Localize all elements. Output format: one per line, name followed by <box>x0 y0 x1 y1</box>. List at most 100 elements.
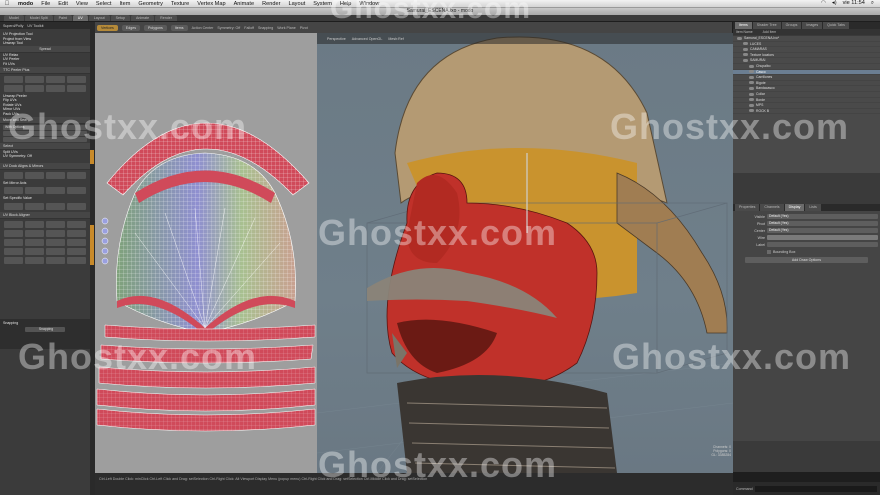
menu-help[interactable]: Help <box>336 1 356 7</box>
uv-viewport[interactable] <box>95 33 317 473</box>
menu-geometry[interactable]: Geometry <box>134 1 167 7</box>
menu-render[interactable]: Render <box>258 1 284 7</box>
visibility-icon[interactable] <box>743 58 748 62</box>
block-icon[interactable] <box>46 247 65 255</box>
visibility-icon[interactable] <box>749 81 754 85</box>
block-icon[interactable] <box>4 220 23 228</box>
section-select[interactable]: Select <box>0 142 90 150</box>
side-tab-marker[interactable] <box>90 225 94 265</box>
block-icon[interactable] <box>46 229 65 237</box>
visibility-icon[interactable] <box>749 109 754 113</box>
visibility-icon[interactable] <box>743 53 748 57</box>
align-icon[interactable] <box>4 171 23 179</box>
tab-setup[interactable]: Setup <box>110 15 130 21</box>
add-item-button[interactable]: Add Item <box>763 30 777 34</box>
pivot-dropdown[interactable]: Default (Yes) <box>767 221 878 226</box>
option-button[interactable] <box>3 136 87 142</box>
menu-file[interactable]: File <box>37 1 54 7</box>
polygons-button[interactable]: Polygons <box>144 24 167 31</box>
visibility-icon[interactable] <box>749 86 754 90</box>
section-ttc-peeler[interactable]: TTC Peeler Plus <box>0 66 90 74</box>
tool-icon[interactable] <box>67 84 86 92</box>
items-button[interactable]: Items <box>170 24 188 31</box>
tab-render[interactable]: Render <box>155 15 177 21</box>
view-shading[interactable]: Advanced OpenGL <box>352 37 383 41</box>
tab-properties[interactable]: Properties <box>735 204 760 211</box>
value-icon[interactable] <box>67 202 86 210</box>
center-dropdown[interactable]: Default (Yes) <box>767 228 878 233</box>
tab-uv-toolkit[interactable]: UV Toolkit <box>27 24 43 28</box>
tool-icon[interactable] <box>4 75 23 83</box>
block-icon[interactable] <box>4 256 23 264</box>
menu-select[interactable]: Select <box>92 1 116 7</box>
tab-items[interactable]: Items <box>735 22 752 29</box>
side-tab-marker[interactable] <box>90 150 94 164</box>
view-perspective[interactable]: Perspective <box>327 37 346 41</box>
block-icon[interactable] <box>4 229 23 237</box>
value-icon[interactable] <box>25 202 44 210</box>
visibility-icon[interactable] <box>749 64 754 68</box>
menu-vertex-map[interactable]: Vertex Map <box>193 1 229 7</box>
tab-groups[interactable]: Groups <box>781 22 802 29</box>
section-dock-aligns[interactable]: UV Dock Aligns & Mirrors <box>0 162 90 170</box>
3d-viewport[interactable] <box>317 33 733 473</box>
block-icon[interactable] <box>25 247 44 255</box>
tool-icon[interactable] <box>46 84 65 92</box>
tab-shader-tree[interactable]: Shader Tree <box>752 22 781 29</box>
tool-icon[interactable] <box>46 75 65 83</box>
menu-view[interactable]: View <box>72 1 92 7</box>
view-mesh[interactable]: Mesh:Ref <box>388 37 403 41</box>
wifi-icon[interactable]: ◠ <box>821 0 826 7</box>
tree-row[interactable]: ROCK B <box>733 109 880 115</box>
falloff-menu[interactable]: Falloff <box>244 26 254 30</box>
mirror-icon[interactable] <box>25 187 44 195</box>
tool-icon[interactable] <box>25 75 44 83</box>
block-icon[interactable] <box>25 229 44 237</box>
vertices-button[interactable]: Vertices <box>97 24 118 31</box>
tab-channels[interactable]: Channels <box>760 204 784 211</box>
visibility-icon[interactable] <box>737 36 742 40</box>
block-icon[interactable] <box>67 220 86 228</box>
align-icon[interactable] <box>46 171 65 179</box>
tool-uv-symmetry[interactable]: UV Symmetry: Off <box>0 154 90 159</box>
block-icon[interactable] <box>67 247 86 255</box>
tab-model[interactable]: Model <box>4 15 24 21</box>
apple-icon[interactable]:  <box>0 1 14 7</box>
block-icon[interactable] <box>46 256 65 264</box>
symmetry-menu[interactable]: Symmetry: Off <box>217 26 240 30</box>
mirror-icon[interactable] <box>4 187 23 195</box>
mirror-icon[interactable] <box>46 187 65 195</box>
block-icon[interactable] <box>4 247 23 255</box>
visibility-icon[interactable] <box>749 70 754 74</box>
clock[interactable]: vie 11:54 <box>843 0 865 7</box>
align-icon[interactable] <box>25 171 44 179</box>
block-icon[interactable] <box>67 256 86 264</box>
add-draw-options-button[interactable]: Add Draw Options <box>745 257 868 263</box>
volume-icon[interactable]: ◂) <box>832 0 837 7</box>
visibility-icon[interactable] <box>749 98 754 102</box>
snapping-toggle[interactable]: Snapping <box>258 26 273 30</box>
action-center-menu[interactable]: Action Center <box>192 26 214 30</box>
menu-window[interactable]: Window <box>355 1 383 7</box>
tab-model-split[interactable]: Model Split <box>24 15 53 21</box>
block-icon[interactable] <box>67 229 86 237</box>
section-block-aligner[interactable]: UV Block Aligner <box>0 211 90 219</box>
value-icon[interactable] <box>4 202 23 210</box>
menu-edit[interactable]: Edit <box>54 1 72 7</box>
section-spread[interactable]: Spread <box>0 45 90 53</box>
block-icon[interactable] <box>67 238 86 246</box>
visibility-icon[interactable] <box>743 47 748 51</box>
tab-uv[interactable]: UV <box>72 15 88 21</box>
block-icon[interactable] <box>46 220 65 228</box>
bbox-checkbox[interactable] <box>767 249 771 254</box>
menu-system[interactable]: System <box>309 1 336 7</box>
wire-color-field[interactable] <box>767 235 878 240</box>
section-move-sew[interactable]: Move and Sew <box>0 116 90 124</box>
menu-item[interactable]: Item <box>115 1 134 7</box>
work-plane-menu[interactable]: Work Plane <box>277 26 296 30</box>
tab-lists[interactable]: Lists <box>805 204 821 211</box>
block-icon[interactable] <box>46 238 65 246</box>
tab-layout[interactable]: Layout <box>88 15 110 21</box>
app-menu[interactable]: modo <box>14 1 37 7</box>
tool-icon[interactable] <box>4 84 23 92</box>
